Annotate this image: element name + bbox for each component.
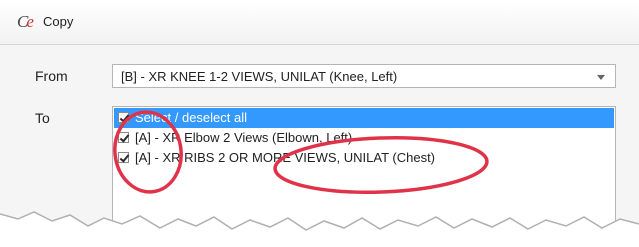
- torn-edge: [0, 211, 639, 247]
